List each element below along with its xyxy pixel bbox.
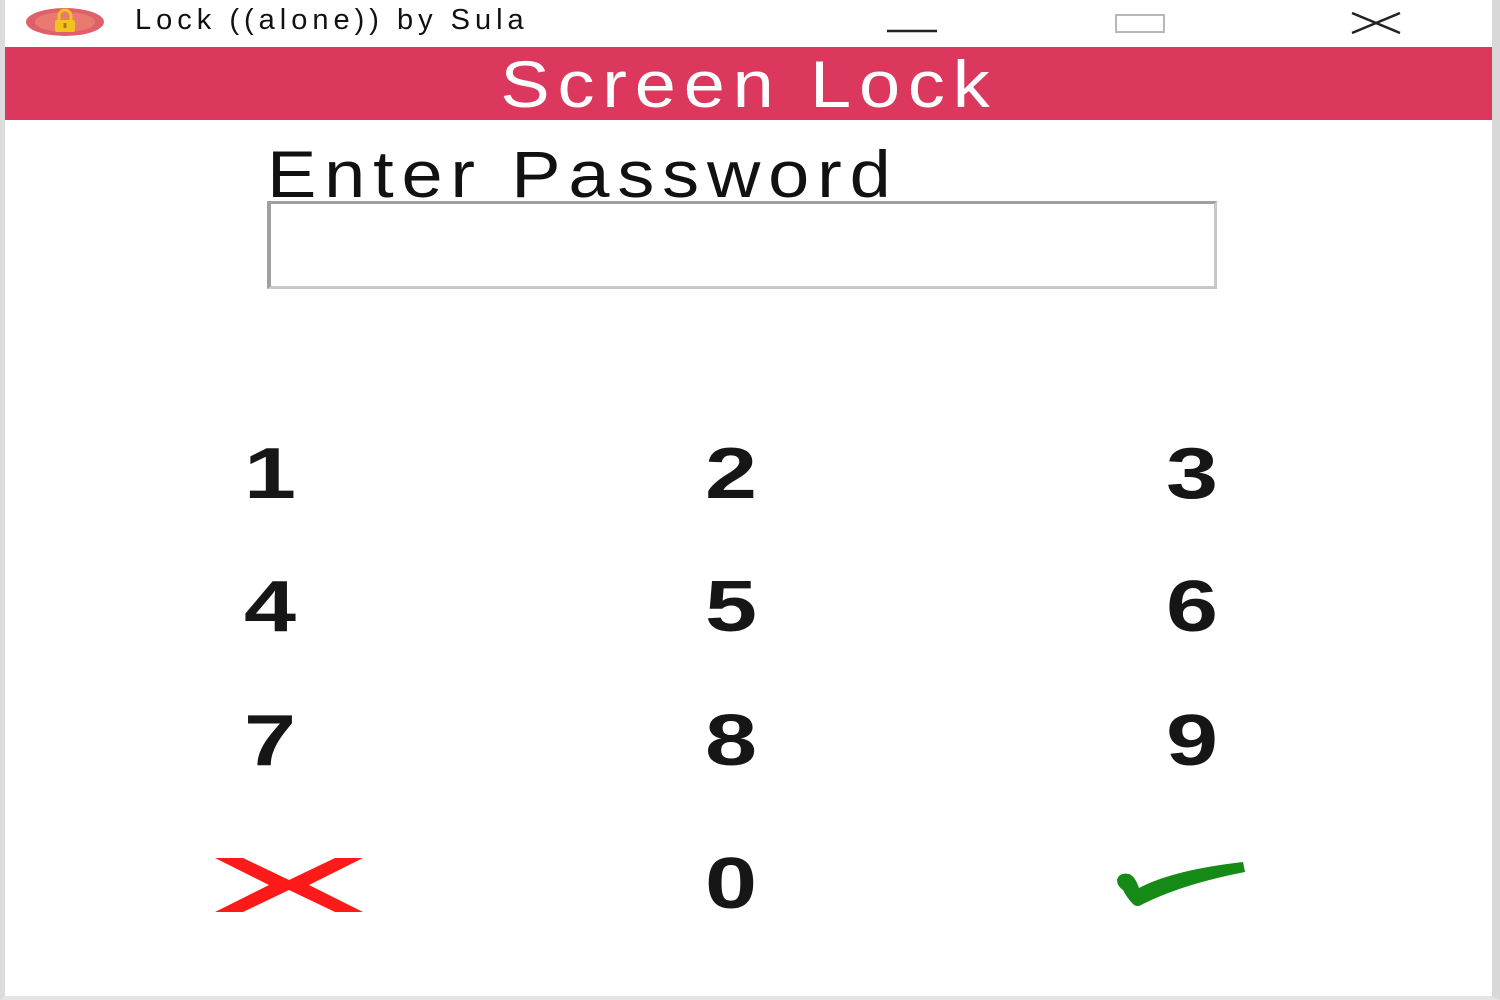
window-title: Lock ((alone)) by Sula: [135, 4, 529, 36]
confirm-check-icon[interactable]: [1113, 858, 1247, 910]
key-8[interactable]: 8: [601, 691, 861, 791]
lock-icon: [26, 8, 104, 36]
header-title: Screen Lock: [499, 46, 998, 121]
cancel-x-icon[interactable]: [213, 854, 365, 916]
key-1[interactable]: 1: [140, 424, 400, 524]
password-input[interactable]: [267, 201, 1217, 289]
maximize-icon: [1115, 14, 1165, 33]
maximize-button[interactable]: [1105, 0, 1175, 46]
minimize-icon: [887, 29, 937, 33]
key-0[interactable]: 0: [601, 834, 861, 934]
header-banner: Screen Lock: [5, 46, 1492, 121]
lock-window: Lock ((alone)) by Sula Screen Lock Enter…: [0, 0, 1500, 1000]
close-button[interactable]: [1341, 0, 1411, 46]
key-6[interactable]: 6: [1062, 557, 1322, 657]
key-3[interactable]: 3: [1062, 424, 1322, 524]
key-7[interactable]: 7: [140, 691, 400, 791]
minimize-button[interactable]: [877, 0, 947, 46]
close-icon: [1351, 11, 1401, 35]
key-9[interactable]: 9: [1062, 691, 1322, 791]
key-5[interactable]: 5: [601, 557, 861, 657]
title-bar[interactable]: Lock ((alone)) by Sula: [5, 0, 1492, 46]
key-4[interactable]: 4: [140, 557, 400, 657]
key-2[interactable]: 2: [601, 424, 861, 524]
